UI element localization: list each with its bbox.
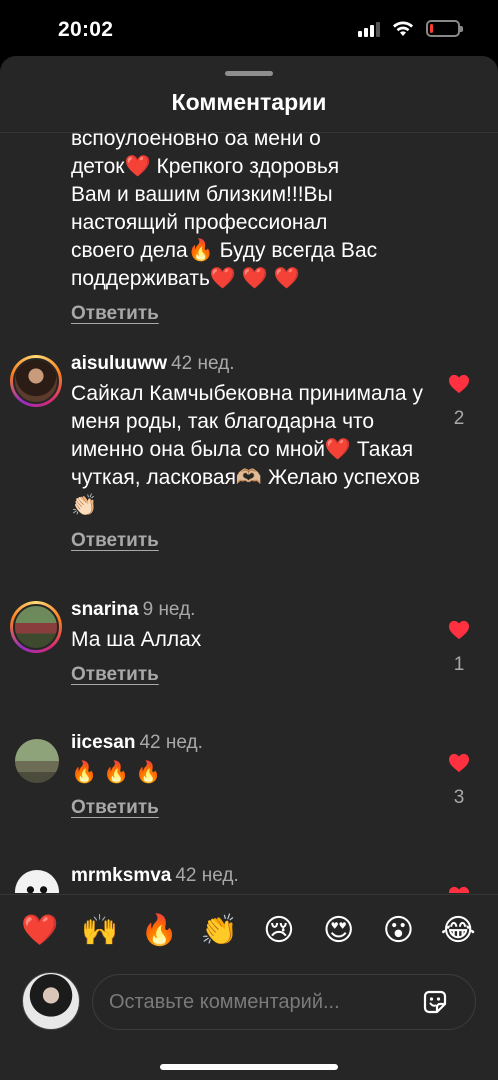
like-count: 2	[453, 408, 465, 429]
comment-time: 42 нед.	[139, 732, 203, 753]
username[interactable]: iicesan	[71, 732, 135, 753]
quick-emoji-bar: ❤️ 🙌 🔥 👏 😢 😍 😮 😂	[0, 913, 498, 949]
emoji-laughing-button[interactable]: 😂	[438, 913, 478, 949]
reply-button[interactable]: Ответить	[71, 530, 159, 552]
emoji-fire-button[interactable]: 🔥	[139, 913, 179, 949]
sheet-grabber[interactable]	[225, 71, 273, 76]
emoji-raised-hands-button[interactable]: 🙌	[80, 913, 120, 949]
like-control: 3	[447, 753, 471, 809]
comment-input-wrapper	[92, 974, 476, 1030]
comment-input[interactable]	[109, 975, 409, 1029]
comments-sheet: Комментарии вспоулоеновно оа мени о дето…	[0, 56, 498, 1080]
comment-item: вспоулоеновно оа мени о деток❤️ Крепкого…	[71, 133, 431, 325]
comment-composer-bar: ❤️ 🙌 🔥 👏 😢 😍 😮 😂	[0, 894, 498, 1080]
comment-header: iicesan 42 нед.	[71, 731, 431, 755]
status-time: 20:02	[58, 18, 114, 41]
cellular-signal-icon	[358, 21, 380, 37]
comment-text-line: Вам и вашим близким!!!Вы	[71, 183, 333, 206]
avatar[interactable]	[15, 870, 59, 893]
comment-body: iicesan 42 нед. 🔥 🔥 🔥 Ответить	[71, 731, 431, 819]
comment-text: Ма ша Аллах	[71, 628, 202, 651]
comment-text-line: вспоулоеновно оа мени о	[71, 133, 321, 150]
emoji-surprised-button[interactable]: 😮	[378, 913, 418, 949]
composer	[22, 972, 476, 1032]
comment-text-line: настоящий профессионал	[71, 211, 328, 234]
comment-header: aisuluuww 42 нед.	[71, 352, 431, 376]
username[interactable]: aisuluuww	[71, 353, 167, 374]
comment-body: mrmksmva 42 нед.	[71, 864, 431, 888]
comment-text-line: поддерживать❤️ ❤️ ❤️	[71, 267, 301, 290]
comment-text: 🔥 🔥 🔥	[71, 761, 162, 784]
reply-button[interactable]: Ответить	[71, 797, 159, 819]
comment-body: snarina 9 нед. Ма ша Аллах Ответить	[71, 598, 431, 686]
like-count: 3	[453, 787, 465, 808]
heart-icon[interactable]	[448, 374, 470, 394]
comment-text-line: своего дела🔥 Буду всегда Вас	[71, 239, 378, 262]
reply-button[interactable]: Ответить	[71, 303, 159, 325]
comments-list[interactable]: вспоулоеновно оа мени о деток❤️ Крепкого…	[0, 133, 498, 893]
comment-text-line: деток❤️ Крепкого здоровья	[71, 155, 340, 178]
current-user-avatar[interactable]	[22, 972, 80, 1030]
comment-body: aisuluuww 42 нед. Сайкал Камчыбековна при…	[71, 352, 431, 552]
comment-header: mrmksmva 42 нед.	[71, 864, 431, 888]
like-control	[447, 886, 471, 893]
username[interactable]: mrmksmva	[71, 865, 171, 886]
comment-time: 42 нед.	[175, 865, 239, 886]
status-icons	[358, 20, 463, 37]
sticker-icon[interactable]	[421, 988, 449, 1016]
comment-text: вспоулоеновно оа мени о деток❤️ Крепкого…	[71, 133, 431, 293]
avatar[interactable]	[10, 601, 62, 653]
reply-button[interactable]: Ответить	[71, 664, 159, 686]
heart-icon[interactable]	[448, 753, 470, 773]
comment-text: Сайкал Камчыбековна принимала у меня род…	[71, 382, 423, 517]
avatar[interactable]	[10, 355, 62, 407]
comment-time: 42 нед.	[171, 353, 235, 374]
battery-icon	[426, 20, 463, 37]
like-count: 1	[453, 654, 465, 675]
heart-icon[interactable]	[448, 886, 470, 893]
wifi-icon	[393, 21, 413, 36]
username[interactable]: snarina	[71, 599, 139, 620]
comment-time: 9 нед.	[142, 599, 196, 620]
like-control: 2	[447, 374, 471, 430]
comment-header: snarina 9 нед.	[71, 598, 431, 622]
avatar[interactable]	[15, 739, 59, 783]
emoji-clap-button[interactable]: 👏	[199, 913, 239, 949]
sheet-title: Комментарии	[171, 89, 327, 115]
home-indicator[interactable]	[160, 1064, 338, 1070]
status-bar: 20:02	[0, 0, 498, 56]
like-control: 1	[447, 620, 471, 676]
heart-icon[interactable]	[448, 620, 470, 640]
emoji-heart-eyes-button[interactable]: 😍	[319, 913, 359, 949]
emoji-crying-button[interactable]: 😢	[259, 913, 299, 949]
emoji-heart-button[interactable]: ❤️	[20, 913, 60, 949]
